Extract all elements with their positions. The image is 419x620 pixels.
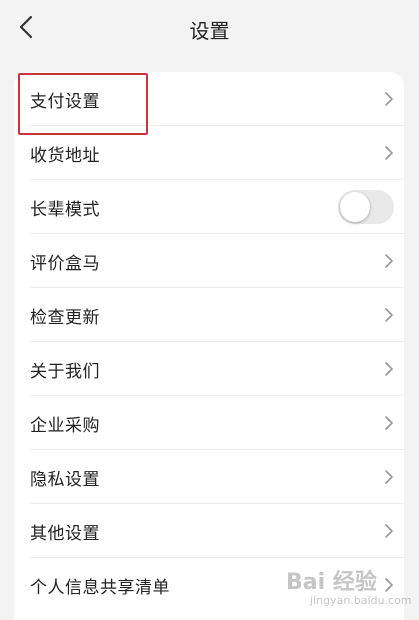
menu-item-shipping-address[interactable]: 收货地址 (14, 126, 404, 180)
menu-item-label: 隐私设置 (30, 469, 100, 490)
menu-item-label: 个人信息共享清单 (30, 577, 170, 598)
menu-item-label: 其他设置 (30, 523, 100, 544)
menu-item-label: 企业采购 (30, 415, 100, 436)
menu-item-payment-settings[interactable]: 支付设置 (14, 72, 404, 126)
chevron-right-icon (382, 305, 396, 325)
menu-item-check-update[interactable]: 检查更新 (14, 288, 404, 342)
menu-item-enterprise-purchase[interactable]: 企业采购 (14, 396, 404, 450)
chevron-right-icon (382, 521, 396, 541)
menu-item-label: 评价盒马 (30, 253, 100, 274)
menu-item-label: 支付设置 (30, 91, 100, 112)
menu-item-rate-hema[interactable]: 评价盒马 (14, 234, 404, 288)
chevron-right-icon (382, 467, 396, 487)
menu-item-privacy-settings[interactable]: 隐私设置 (14, 450, 404, 504)
menu-item-other-settings[interactable]: 其他设置 (14, 504, 404, 558)
settings-list: 支付设置 收货地址 长辈模式 评价盒马 检查更新 关于我们 企业采购 隐私设置 … (14, 72, 404, 620)
chevron-right-icon (382, 89, 396, 109)
menu-item-label: 检查更新 (30, 307, 100, 328)
menu-item-elder-mode: 长辈模式 (14, 180, 404, 234)
watermark-url: jingyan.baidu.com (310, 594, 412, 607)
page-title: 设置 (189, 19, 230, 43)
menu-item-label: 收货地址 (30, 145, 100, 166)
chevron-right-icon (382, 359, 396, 379)
chevron-right-icon (382, 251, 396, 271)
chevron-right-icon (382, 143, 396, 163)
menu-item-label: 关于我们 (30, 361, 100, 382)
menu-item-about-us[interactable]: 关于我们 (14, 342, 404, 396)
chevron-right-icon (382, 413, 396, 433)
elder-mode-toggle[interactable] (338, 190, 394, 224)
watermark-logo: Bai 经验 (286, 570, 377, 595)
menu-item-label: 长辈模式 (30, 199, 100, 220)
toggle-knob (340, 192, 370, 222)
header: 设置 (0, 0, 419, 58)
watermark: Bai 经验 jingyan.baidu.com (286, 560, 418, 618)
